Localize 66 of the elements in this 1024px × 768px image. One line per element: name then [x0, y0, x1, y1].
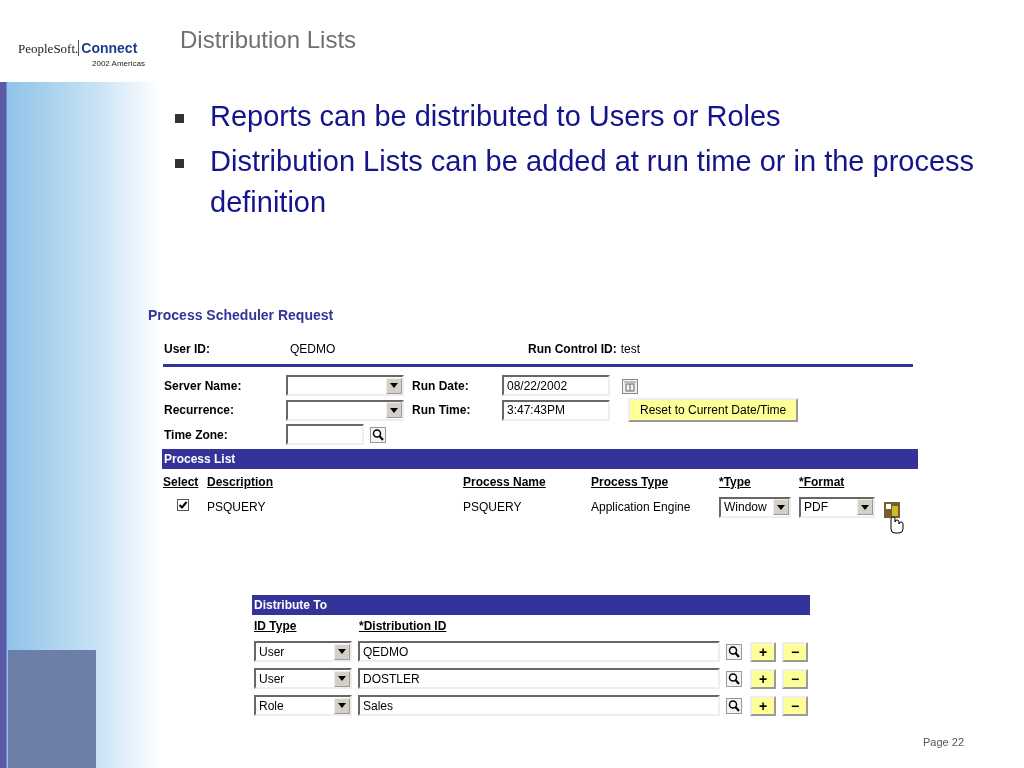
caret-icon[interactable]: [334, 643, 350, 660]
column-header: *Distribution ID: [359, 619, 447, 633]
field-label: Recurrence:: [164, 402, 236, 419]
column-header: Process Name: [463, 475, 546, 489]
reset-button[interactable]: Reset to Current Date/Time: [628, 398, 799, 422]
details-icon[interactable]: [883, 501, 905, 535]
input-field[interactable]: [286, 424, 364, 445]
column-header: Description: [207, 475, 273, 489]
field-label: Time Zone:: [164, 426, 229, 444]
format-dropdown[interactable]: PDF: [799, 496, 875, 518]
caret-icon[interactable]: [386, 377, 402, 394]
slide-title: Distribution Lists: [180, 28, 358, 52]
logo-brand: PeopleSoft.: [18, 41, 79, 56]
panel-title: Process Scheduler Request: [148, 306, 335, 325]
bullet-text: Distribution Lists can be added at run time or in the process definition: [210, 144, 976, 220]
page-number: Page 22: [923, 734, 964, 750]
caret-icon[interactable]: [334, 670, 350, 687]
caret-icon[interactable]: [857, 499, 873, 515]
field-label: Run Time:: [412, 402, 472, 419]
caret-icon[interactable]: [334, 697, 350, 714]
table-cell: Application Engine: [591, 500, 691, 514]
id-type-dropdown[interactable]: Role: [254, 695, 352, 716]
id-type-dropdown[interactable]: User: [254, 668, 352, 689]
distribution-id-field[interactable]: QEDMO: [358, 641, 720, 662]
remove-row-button[interactable]: −: [782, 641, 808, 662]
add-row-button[interactable]: +: [750, 641, 776, 662]
field-label: User ID:: [164, 341, 211, 358]
dropdown-field[interactable]: [286, 399, 404, 421]
logo-edition: 2002 Americas: [92, 60, 146, 68]
dropdown-field[interactable]: [286, 375, 404, 396]
remove-row-button[interactable]: −: [782, 668, 808, 689]
field-value: QEDMO: [290, 341, 337, 358]
distribution-id-field[interactable]: DOSTLER: [358, 668, 720, 689]
logo-product: Connect: [78, 40, 138, 56]
caret-icon[interactable]: [773, 499, 789, 515]
column-header: ID Type: [254, 619, 297, 633]
bullet-icon: [175, 159, 184, 168]
field-label: Run Date:: [412, 377, 470, 395]
type-dropdown[interactable]: Window: [719, 496, 791, 518]
field-value: test: [620, 341, 640, 358]
search-icon[interactable]: [726, 643, 742, 660]
remove-row-button[interactable]: −: [782, 695, 808, 716]
search-icon[interactable]: [726, 670, 742, 687]
column-header: Process Type: [591, 475, 669, 489]
bullet-icon: [175, 114, 184, 123]
search-icon[interactable]: [370, 426, 386, 443]
bullet-text: Reports can be distributed to Users or Roles: [210, 99, 781, 134]
time-field[interactable]: 3:47:43PM: [502, 399, 610, 421]
distribution-id-field[interactable]: Sales: [358, 695, 720, 716]
checkbox[interactable]: [177, 499, 189, 511]
table-cell: PSQUERY: [463, 500, 522, 514]
column-header: Select: [163, 475, 199, 489]
column-header: *Type: [719, 475, 751, 489]
add-row-button[interactable]: +: [750, 668, 776, 689]
search-icon[interactable]: [726, 697, 742, 714]
add-row-button[interactable]: +: [750, 695, 776, 716]
table-cell: PSQUERY: [207, 500, 266, 514]
date-field[interactable]: 08/22/2002: [502, 375, 610, 396]
column-header: *Format: [799, 475, 845, 489]
field-label: Server Name:: [164, 377, 243, 395]
section-header: Process List: [162, 449, 918, 469]
caret-icon[interactable]: [386, 402, 402, 418]
id-type-dropdown[interactable]: User: [254, 641, 352, 662]
field-label: Run Control ID:: [528, 341, 617, 358]
calendar-icon[interactable]: [622, 377, 638, 394]
section-header: Distribute To: [252, 595, 810, 615]
